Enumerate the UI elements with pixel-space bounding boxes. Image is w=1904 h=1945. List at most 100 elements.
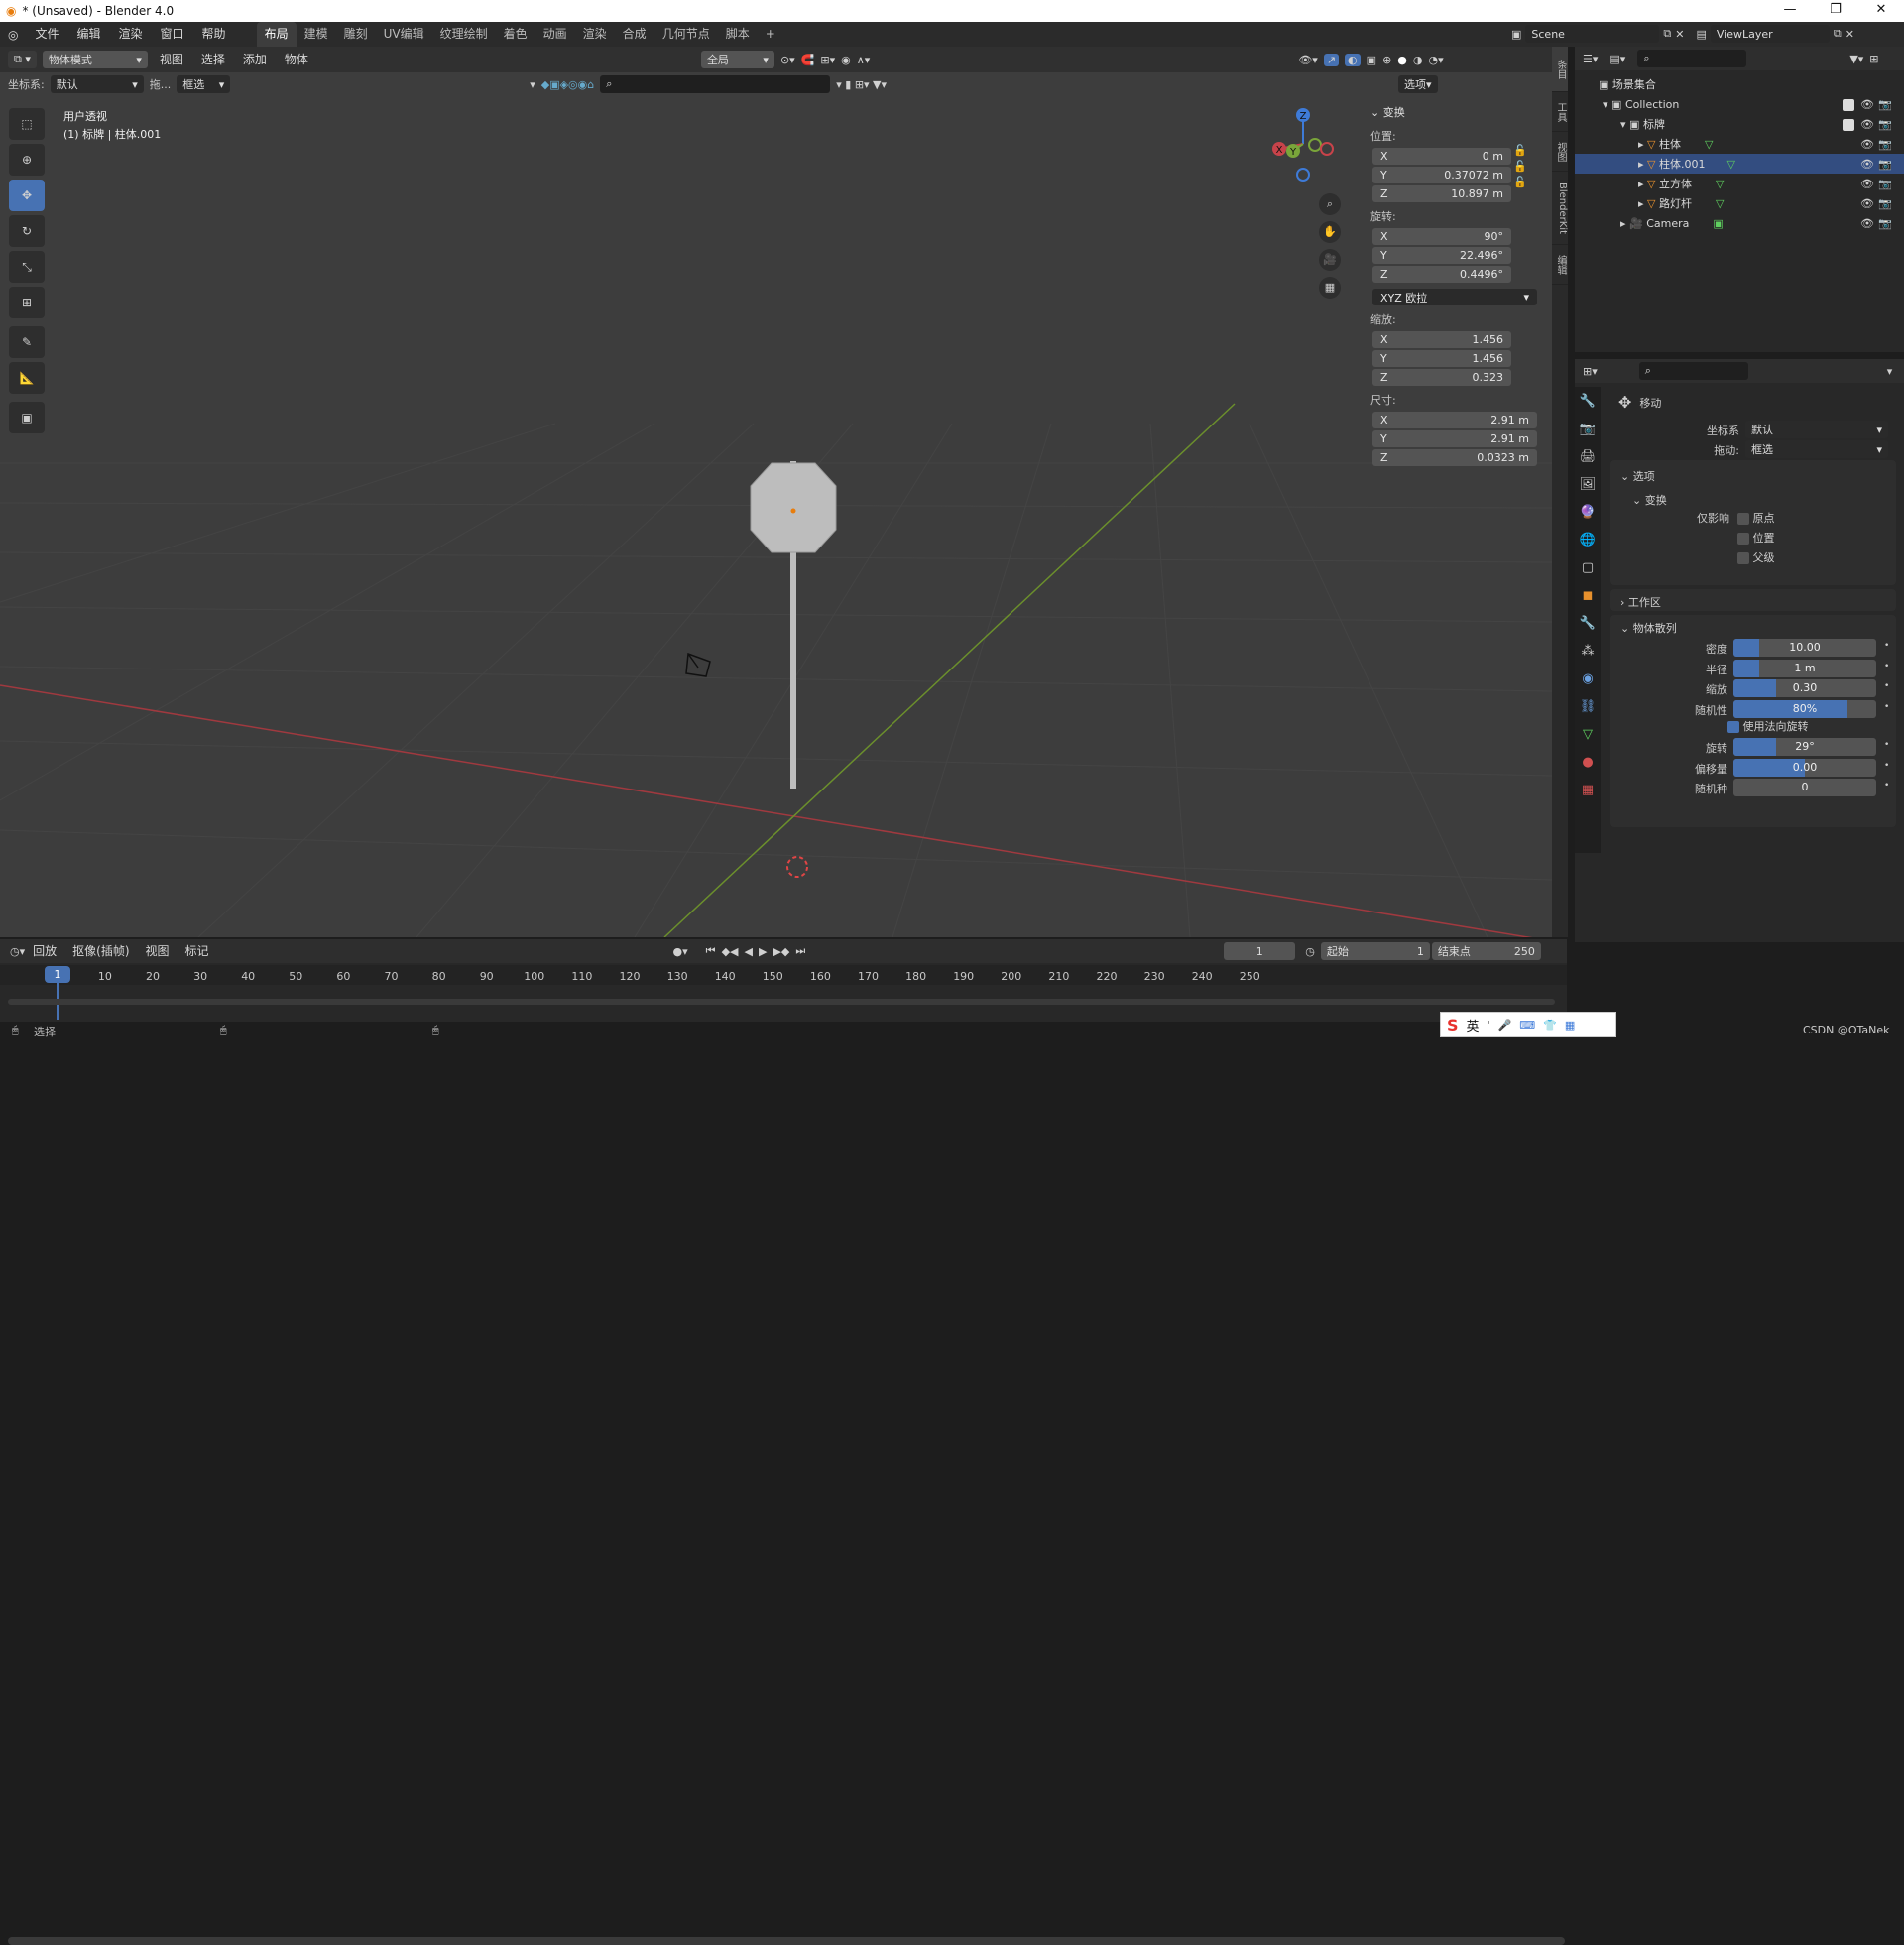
remove-view-layer-icon[interactable]: ✕ (1845, 28, 1854, 41)
affect-parents-checkbox[interactable]: 父级 (1737, 549, 1775, 565)
tab-layout[interactable]: 布局 (256, 22, 297, 47)
world-tab-icon[interactable]: 🌐 (1575, 526, 1601, 553)
select-box-tool[interactable]: ⬚ (9, 108, 45, 140)
timeline-editor-icon[interactable]: ◷▾ (10, 945, 25, 958)
mode-selector[interactable]: 物体模式 ▾ (42, 51, 148, 68)
outliner-row-cylinder[interactable]: ▸ ▽ 柱体 ▽ 👁 📷 (1575, 134, 1904, 154)
filter-chevron-icon[interactable]: ▾ (530, 78, 536, 91)
transform-tool[interactable]: ⊞ (9, 287, 45, 318)
exclude-checkbox[interactable] (1843, 118, 1854, 131)
preview-range-icon[interactable]: ◷ (1305, 945, 1315, 958)
props-drag-selector[interactable]: 框选 ▾ (1745, 440, 1888, 458)
coord-system-selector[interactable]: 默认 ▾ (50, 75, 144, 93)
scatter-field-slider[interactable]: 0 (1733, 779, 1876, 796)
sidebar-tab-blenderkit[interactable]: BlenderKit (1552, 172, 1568, 245)
tab-shading[interactable]: 着色 (496, 22, 536, 47)
outliner-row-collection[interactable]: ▾ ▣ Collection 👁 📷 (1575, 94, 1904, 114)
start-frame-field[interactable]: 起始 1 (1320, 942, 1430, 960)
add-cube-tool[interactable]: ▣ (9, 402, 45, 433)
prev-keyframe-icon[interactable]: ◆◀ (722, 945, 739, 958)
tab-compositing[interactable]: 合成 (615, 22, 654, 47)
timeline-scrollbar[interactable] (8, 999, 1555, 1005)
outliner-row-scene-collection[interactable]: ▣ 场景集合 (1575, 74, 1904, 94)
scale-z-field[interactable]: Z 0.323 (1372, 369, 1511, 386)
visibility-icon[interactable]: 👁▾ (1298, 54, 1318, 66)
tab-uv-editing[interactable]: UV编辑 (376, 22, 432, 47)
scatter-field-slider[interactable]: 0.30 (1733, 679, 1876, 697)
rotation-mode-selector[interactable]: XYZ 欧拉 ▾ (1372, 289, 1537, 305)
ime-menu-icon[interactable]: ▦ (1565, 1019, 1575, 1032)
expand-arrow-icon[interactable]: ▾ (1620, 118, 1626, 131)
lock-icon[interactable]: 🔓 (1513, 160, 1527, 173)
scatter-field-slider[interactable]: 29° (1733, 738, 1876, 756)
eye-icon[interactable]: 👁 (1860, 138, 1874, 151)
constraints-tab-icon[interactable]: ⛓ (1575, 692, 1601, 720)
eye-icon[interactable]: 👁 (1860, 98, 1874, 111)
physics-tab-icon[interactable]: ◉ (1575, 665, 1601, 692)
blender-menu-icon[interactable]: ◎ (8, 28, 18, 42)
camera-render-icon[interactable]: 📷 (1878, 178, 1892, 190)
location-z-field[interactable]: Z 10.897 m (1372, 185, 1511, 202)
tab-scripting[interactable]: 脚本 (718, 22, 758, 47)
scale-x-field[interactable]: X 1.456 (1372, 331, 1511, 348)
scene-selector[interactable]: Scene (1525, 25, 1660, 43)
outliner-editor-icon[interactable]: ☰▾ (1583, 53, 1598, 65)
menu-select[interactable]: 选择 (195, 48, 231, 72)
new-view-layer-icon[interactable]: ⧉ (1834, 27, 1842, 41)
scatter-field-slider[interactable]: 80% (1733, 699, 1876, 718)
navigation-gizmo[interactable]: Z X Y (1259, 104, 1339, 183)
drag-selector[interactable]: 框选 ▾ (177, 75, 231, 93)
menu-view[interactable]: 视图 (154, 48, 189, 72)
scatter-field-slider[interactable]: 10.00 (1733, 639, 1876, 657)
pivot-icon[interactable]: ⊙▾ (780, 54, 795, 66)
timeline-track-area[interactable] (0, 985, 1567, 1025)
minimize-button[interactable]: — (1767, 0, 1813, 22)
view-layer-tab-icon[interactable]: 🖼 (1575, 470, 1601, 498)
keyframe-dot-icon[interactable]: • (1884, 681, 1889, 691)
eye-icon[interactable]: 👁 (1860, 178, 1874, 190)
data-tab-icon[interactable]: ▽ (1575, 720, 1601, 748)
ime-toolbar[interactable]: S 英 ' 🎤 ⌨ 👕 ▦ (1440, 1012, 1616, 1037)
next-keyframe-icon[interactable]: ▶◆ (773, 945, 789, 958)
camera-render-icon[interactable]: 📷 (1878, 217, 1892, 230)
scatter-field-slider[interactable]: 0.00 (1733, 758, 1876, 777)
timeline-keying-menu[interactable]: 抠像(插帧) (64, 939, 137, 964)
solid-shading-icon[interactable]: ● (1397, 54, 1407, 66)
menu-edit[interactable]: 编辑 (68, 22, 110, 47)
eye-icon[interactable]: 👁 (1860, 158, 1874, 171)
timeline-view-menu[interactable]: 视图 (138, 939, 178, 964)
scale-tool[interactable]: ⤡ (9, 251, 45, 283)
properties-search-input[interactable]: ⌕ (1638, 362, 1748, 380)
timeline-playback-menu[interactable]: 回放 (25, 939, 64, 964)
tab-geometry-nodes[interactable]: 几何节点 (654, 22, 718, 47)
close-button[interactable]: ✕ (1858, 0, 1904, 22)
exclude-checkbox[interactable] (1843, 98, 1854, 111)
rotation-x-field[interactable]: X 90° (1372, 228, 1511, 245)
menu-render[interactable]: 渲染 (110, 22, 152, 47)
menu-file[interactable]: 文件 (26, 22, 67, 47)
menu-window[interactable]: 窗口 (152, 22, 193, 47)
jump-end-icon[interactable]: ⏭ (795, 944, 805, 958)
expand-arrow-icon[interactable]: ▸ (1620, 217, 1626, 230)
object-type-filter-icon[interactable]: ◆▣◈◎◉⌂ (541, 78, 595, 91)
expand-arrow-icon[interactable]: ▾ (1603, 98, 1608, 111)
lock-icon[interactable]: 🔓 (1513, 144, 1527, 157)
transform-subpanel-header[interactable]: ⌄ 变换 (1610, 492, 1896, 508)
keyframe-dot-icon[interactable]: • (1884, 761, 1889, 771)
tab-texture-paint[interactable]: 纹理绘制 (432, 22, 496, 47)
move-tool[interactable]: ✥ (9, 180, 45, 211)
ime-keyboard-icon[interactable]: ⌨ (1519, 1019, 1535, 1032)
filter-icon[interactable]: ▾ ▮ ⊞▾ ▼▾ (836, 78, 887, 91)
display-mode-icon[interactable]: ▤▾ (1609, 53, 1625, 65)
annotate-tool[interactable]: ✎ (9, 326, 45, 358)
keyframe-dot-icon[interactable]: • (1884, 662, 1889, 671)
camera-render-icon[interactable]: 📷 (1878, 158, 1892, 171)
expand-arrow-icon[interactable]: ▸ (1638, 178, 1644, 190)
keyframe-dot-icon[interactable]: • (1884, 740, 1889, 750)
camera-render-icon[interactable]: 📷 (1878, 98, 1892, 111)
camera-render-icon[interactable]: 📷 (1878, 197, 1892, 210)
timeline-marker-menu[interactable]: 标记 (178, 939, 217, 964)
scene-tab-icon[interactable]: 🔮 (1575, 498, 1601, 526)
outliner-row-cube[interactable]: ▸ ▽ 立方体 ▽ 👁 📷 (1575, 174, 1904, 193)
affect-locations-checkbox[interactable]: 位置 (1737, 530, 1775, 546)
